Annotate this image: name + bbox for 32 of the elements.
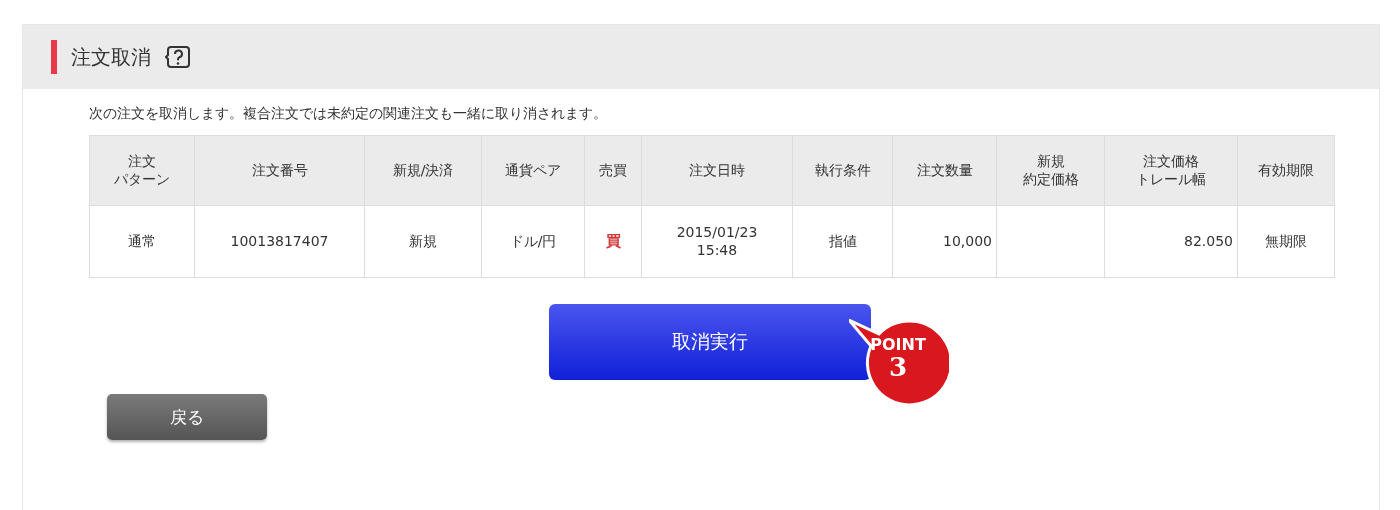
column-header: 注文番号 [250, 161, 309, 180]
column-header: 執行条件 [813, 161, 872, 180]
table-cell: 10,000 [892, 205, 997, 278]
table-cell: 指値 [792, 205, 893, 278]
table-cell: 通常 [89, 205, 195, 278]
accent-bar [51, 40, 57, 74]
badge-label: POINT [869, 335, 927, 354]
table-cell: 10013817407 [194, 205, 365, 278]
column-header: 注文 [127, 153, 157, 171]
column-header: 新規/決済 [391, 161, 455, 180]
back-button[interactable]: 戻る [107, 394, 267, 440]
table-cell: 82.050 [1104, 205, 1238, 278]
badge-number: 3 [887, 352, 909, 382]
column-header: 約定価格 [1021, 170, 1080, 188]
column-header: 有効期限 [1257, 161, 1315, 180]
column-header: 注文価格 [1142, 153, 1200, 171]
column-header: 通貨ペア [504, 161, 562, 180]
buy-label: 買 [605, 232, 621, 251]
column-header: 注文日時 [688, 161, 746, 180]
column-header: 売買 [598, 161, 628, 180]
column-header: パターン [113, 170, 171, 188]
panel-title: 注文取消 [71, 43, 151, 71]
help-icon[interactable] [165, 44, 191, 70]
column-header: トレール幅 [1135, 170, 1207, 188]
column-header: 注文数量 [915, 161, 974, 180]
message-text: 次の注文を取消します。複合注文では未約定の関連注文も一緒に取り消されます。 [89, 105, 608, 123]
table-cell: 無期限 [1237, 205, 1335, 278]
table-cell: 新規 [364, 205, 482, 278]
table-cell: ドル/円 [481, 205, 585, 278]
execute-button[interactable]: 取消実行 [549, 304, 871, 380]
table-cell: 2015/01/23 15:48 [641, 205, 793, 278]
column-header: 新規 [1035, 153, 1066, 171]
